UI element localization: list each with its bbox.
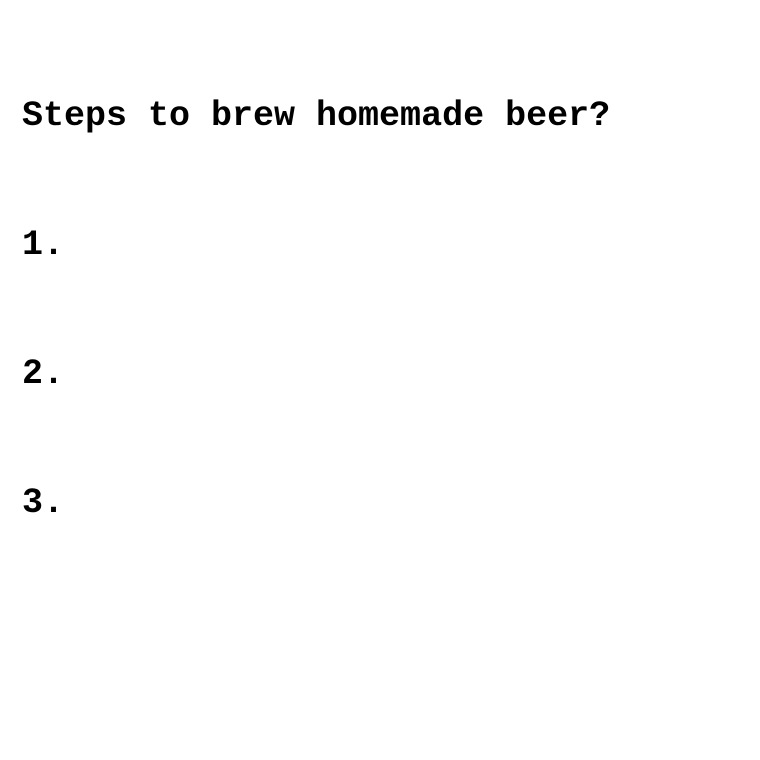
list-item-2: 2. xyxy=(22,354,65,394)
list-item-1: 1. xyxy=(22,225,65,265)
document-content: Steps to brew homemade beer? 1. 2. 3. xyxy=(22,9,750,611)
list-item-3: 3. xyxy=(22,483,65,523)
question-heading: Steps to brew homemade beer? xyxy=(22,96,611,136)
document-page: Steps to brew homemade beer? 1. 2. 3. xyxy=(0,0,760,760)
